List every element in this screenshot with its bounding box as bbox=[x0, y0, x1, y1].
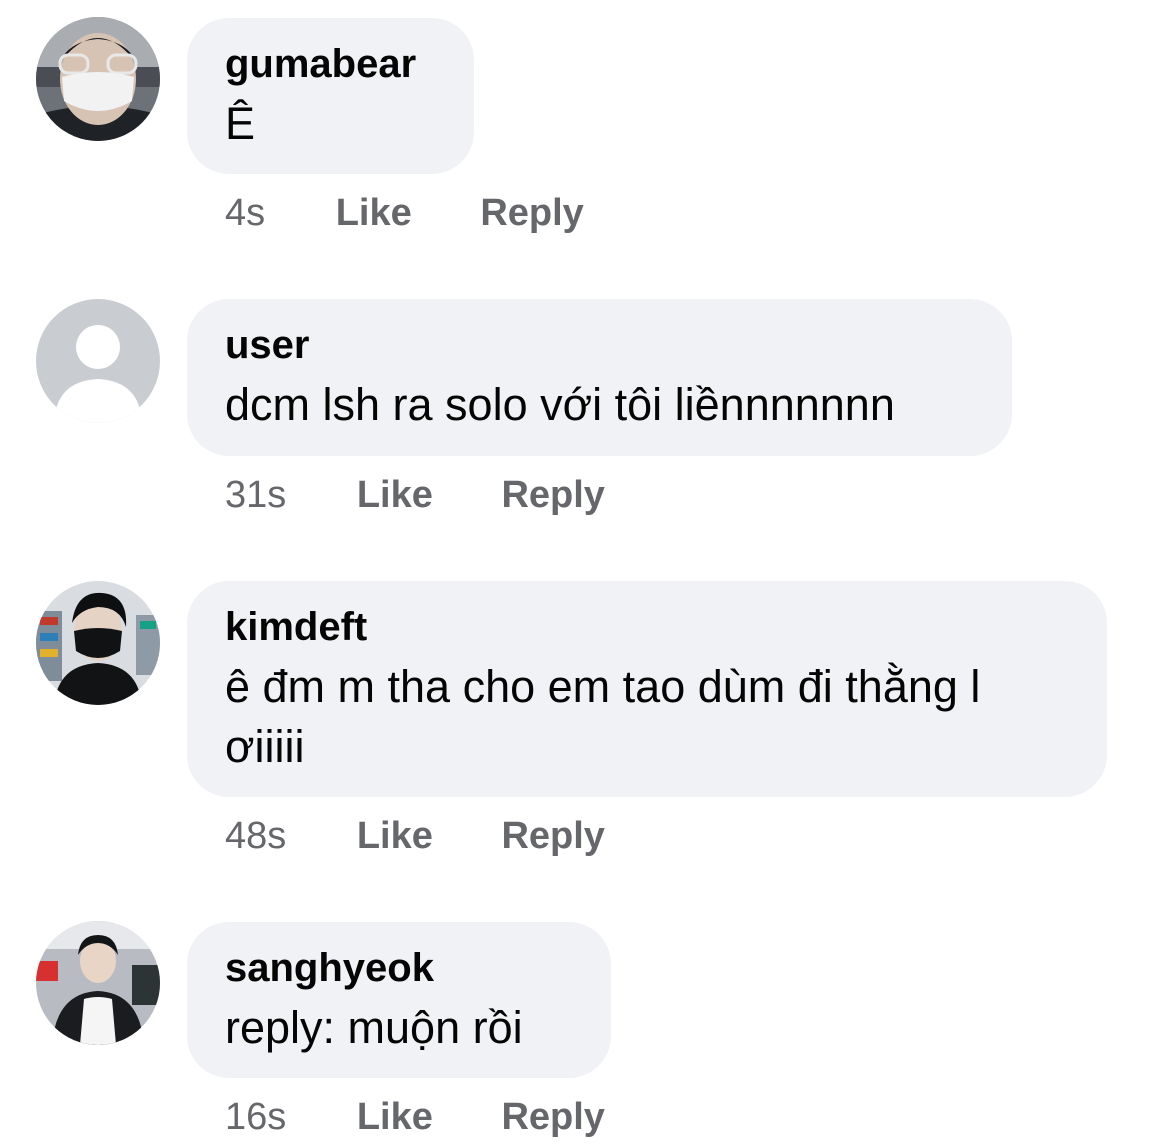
avatar[interactable] bbox=[36, 921, 160, 1045]
reply-button[interactable]: Reply bbox=[480, 190, 583, 236]
comment-author[interactable]: gumabear bbox=[225, 40, 436, 88]
comment-actions: 4s Like Reply bbox=[225, 190, 584, 236]
avatar[interactable] bbox=[36, 299, 160, 423]
avatar[interactable] bbox=[36, 581, 160, 705]
comment-actions: 31s Like Reply bbox=[225, 472, 605, 518]
avatar[interactable] bbox=[36, 17, 160, 141]
avatar-photo-icon bbox=[36, 581, 160, 705]
like-button[interactable]: Like bbox=[357, 472, 433, 518]
comment-author[interactable]: kimdeft bbox=[225, 603, 1069, 651]
like-button[interactable]: Like bbox=[357, 813, 433, 859]
comment-text: dcm lsh ra solo với tôi liềnnnnnnn bbox=[225, 379, 895, 430]
default-profile-icon bbox=[36, 299, 160, 423]
comment-actions: 16s Like Reply bbox=[225, 1094, 605, 1140]
reply-button[interactable]: Reply bbox=[501, 472, 604, 518]
comment-bubble[interactable]: gumabear Ê bbox=[187, 18, 474, 174]
comment-bubble[interactable]: user dcm lsh ra solo với tôi liềnnnnnnn bbox=[187, 299, 1012, 456]
like-button[interactable]: Like bbox=[357, 1094, 433, 1140]
comment-bubble[interactable]: kimdeft ê đm m tha cho em tao dùm đi thằ… bbox=[187, 581, 1107, 797]
comment-bubble[interactable]: sanghyeok reply: muộn rồi bbox=[187, 922, 611, 1078]
comment-actions: 48s Like Reply bbox=[225, 813, 605, 859]
comment-author[interactable]: sanghyeok bbox=[225, 944, 573, 992]
comment-timestamp[interactable]: 31s bbox=[225, 472, 286, 518]
comment-timestamp[interactable]: 4s bbox=[225, 190, 265, 236]
comment-text: reply: muộn rồi bbox=[225, 1002, 523, 1053]
reply-button[interactable]: Reply bbox=[501, 813, 604, 859]
avatar-photo-icon bbox=[36, 17, 160, 141]
comment-timestamp[interactable]: 48s bbox=[225, 813, 286, 859]
like-button[interactable]: Like bbox=[336, 190, 412, 236]
comment-text: ê đm m tha cho em tao dùm đi thằng l ơii… bbox=[225, 661, 981, 772]
reply-button[interactable]: Reply bbox=[501, 1094, 604, 1140]
comment-timestamp[interactable]: 16s bbox=[225, 1094, 286, 1140]
avatar-photo-icon bbox=[36, 921, 160, 1045]
comment-author[interactable]: user bbox=[225, 321, 974, 369]
comment-text: Ê bbox=[225, 98, 256, 149]
